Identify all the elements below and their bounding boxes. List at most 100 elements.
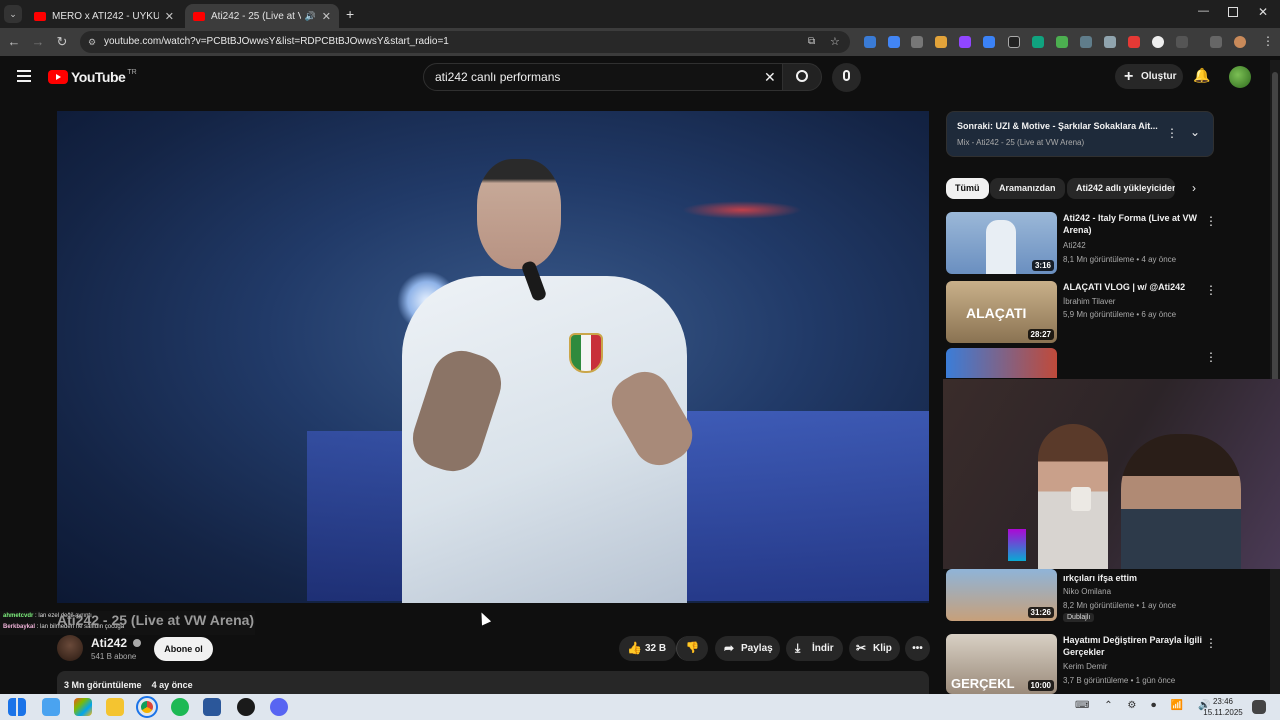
recommendation-item-partial[interactable]: ⋮: [946, 348, 1216, 378]
search-button[interactable]: [782, 63, 822, 91]
like-button[interactable]: 👍 32 B: [619, 636, 676, 661]
profile-avatar-icon[interactable]: [1234, 36, 1246, 48]
extension-grid-icon[interactable]: [1008, 36, 1020, 48]
close-tab-icon[interactable]: ✕: [165, 10, 174, 23]
bookmark-star-icon[interactable]: ☆: [830, 31, 840, 53]
video-thumbnail[interactable]: 31:26: [946, 569, 1057, 621]
restore-window-icon[interactable]: [1228, 7, 1238, 17]
voice-search-button[interactable]: [832, 63, 861, 92]
more-options-icon[interactable]: ⋮: [1205, 636, 1216, 650]
recommendation-item[interactable]: GERÇEKL 10:00 Hayatımı Değiştiren Parayl…: [946, 634, 1216, 694]
extension-translate-icon[interactable]: [1056, 36, 1068, 48]
channel-name[interactable]: Ati242: [91, 636, 127, 650]
cast-icon[interactable]: ⧉: [808, 31, 815, 53]
channel-name[interactable]: Ati242: [1063, 241, 1086, 250]
more-actions-button[interactable]: •••: [905, 636, 930, 661]
close-window-icon[interactable]: ✕: [1258, 5, 1268, 19]
adblock-icon[interactable]: [1128, 36, 1140, 48]
chip-from-uploader[interactable]: Ati242 adlı yükleyiciden: [1067, 178, 1175, 199]
video-thumbnail[interactable]: GERÇEKL 10:00: [946, 634, 1057, 694]
subscribe-button[interactable]: Abone ol: [154, 637, 213, 661]
address-bar[interactable]: ⚙ youtube.com/watch?v=PCBtBJOwwsY&list=R…: [80, 31, 850, 53]
browser-tab-1[interactable]: MERO x ATI242 - UYKUSUZ GE ✕: [26, 4, 182, 28]
clear-search-icon[interactable]: ✕: [764, 64, 776, 90]
create-button[interactable]: + Oluştur: [1115, 64, 1183, 89]
extensions-menu-icon[interactable]: [1176, 36, 1188, 48]
description-box[interactable]: 3 Mn görüntüleme 4 ay önce: [57, 671, 929, 694]
tab-search-button[interactable]: ⌄: [4, 5, 22, 23]
guide-menu-icon[interactable]: [17, 70, 31, 82]
dislike-button[interactable]: 👎: [676, 636, 708, 661]
youtube-logo[interactable]: YouTube TR: [48, 69, 137, 85]
file-explorer-icon[interactable]: [106, 698, 124, 716]
recommendation-item[interactable]: ALAÇATI 28:27 ALAÇATI VLOG | w/ @Ati242 …: [946, 281, 1217, 343]
extension-bus-icon[interactable]: [1104, 36, 1116, 48]
close-tab-icon[interactable]: ✕: [322, 10, 331, 23]
extension-twitch-icon[interactable]: [959, 36, 971, 48]
playlist-panel[interactable]: Sonraki: UZI & Motive - Şarkılar Sokakla…: [946, 111, 1214, 157]
notifications-bell-icon[interactable]: 🔔: [1193, 67, 1210, 84]
video-thumbnail[interactable]: ALAÇATI 28:27: [946, 281, 1057, 343]
chip-from-search[interactable]: Aramanızdan: [990, 178, 1065, 199]
channel-name[interactable]: Niko Omilana: [1063, 587, 1111, 596]
recommendation-item[interactable]: 3:16 Ati242 - Italy Forma (Live at VW Ar…: [946, 212, 1217, 276]
video-player[interactable]: [57, 111, 929, 603]
channel-name[interactable]: İbrahim Tilaver: [1063, 297, 1115, 306]
tab-title: Ati242 - 25 (Live at VW Are: [211, 10, 301, 22]
audio-playing-icon[interactable]: 🔊: [305, 11, 316, 22]
extension-bag-icon[interactable]: [911, 36, 923, 48]
forward-icon[interactable]: →: [30, 34, 46, 50]
download-button[interactable]: ⤓ İndir: [786, 636, 843, 661]
new-tab-button[interactable]: +: [346, 6, 354, 22]
spotify-icon[interactable]: [171, 698, 189, 716]
chrome-icon[interactable]: [136, 696, 158, 718]
extension-shield-icon[interactable]: [864, 36, 876, 48]
share-button[interactable]: ➦ Paylaş: [715, 636, 780, 661]
page-scrollbar[interactable]: [1270, 60, 1280, 694]
more-options-icon[interactable]: ⋮: [1205, 283, 1217, 297]
playlist-collapse-icon[interactable]: ⌄: [1190, 125, 1200, 139]
extension-pen-icon[interactable]: [888, 36, 900, 48]
browser-menu-icon[interactable]: ⋮: [1262, 34, 1274, 48]
reading-list-icon[interactable]: [1210, 36, 1222, 48]
video-thumbnail[interactable]: 3:16: [946, 212, 1057, 274]
more-horizontal-icon: •••: [912, 643, 923, 654]
windows-start-icon[interactable]: [8, 698, 26, 716]
chips-next-icon[interactable]: ›: [1192, 181, 1196, 195]
more-options-icon[interactable]: ⋮: [1205, 350, 1216, 364]
channel-avatar[interactable]: [57, 635, 83, 661]
search-input[interactable]: ati242 canlı performans ✕: [423, 63, 786, 91]
taskbar-app-icon[interactable]: [74, 698, 92, 716]
browser-tab-2-active[interactable]: Ati242 - 25 (Live at VW Are 🔊 ✕: [185, 4, 339, 28]
site-info-icon[interactable]: ⚙: [88, 31, 96, 53]
chip-all[interactable]: Tümü: [946, 178, 989, 199]
taskbar-app-icon[interactable]: [237, 698, 255, 716]
taskbar-app-icon[interactable]: [203, 698, 221, 716]
back-icon[interactable]: ←: [6, 34, 22, 50]
playlist-menu-icon[interactable]: ⋮: [1166, 126, 1178, 140]
extension-car-icon[interactable]: [1080, 36, 1092, 48]
taskbar-clock[interactable]: 23:46 15.11.2025: [1200, 696, 1246, 718]
system-tray-icons[interactable]: ⌨ ⌃ ⚙ ⏺ 📶 🔊: [1075, 700, 1217, 711]
channel-name-row[interactable]: Ati242: [91, 636, 142, 650]
extension-puzzle-icon[interactable]: [935, 36, 947, 48]
account-avatar[interactable]: [1229, 66, 1251, 88]
more-options-icon[interactable]: ⋮: [1205, 214, 1217, 228]
taskbar-app-icon[interactable]: [42, 698, 60, 716]
video-title[interactable]: ALAÇATI VLOG | w/ @Ati242: [1063, 281, 1203, 293]
video-title[interactable]: ırkçıları ifşa ettim: [1063, 572, 1203, 584]
extension-wave-icon[interactable]: [983, 36, 995, 48]
discord-icon[interactable]: [270, 698, 288, 716]
video-title[interactable]: Ati242 - Italy Forma (Live at VW Arena): [1063, 212, 1203, 236]
clip-button[interactable]: ✂ Klip: [849, 636, 900, 661]
minimize-window-icon[interactable]: —: [1198, 5, 1209, 17]
channel-name[interactable]: Kerim Demir: [1063, 662, 1107, 671]
reload-icon[interactable]: ↻: [54, 34, 70, 50]
notification-center-icon[interactable]: [1252, 700, 1266, 714]
recommendation-item[interactable]: 31:26 ırkçıları ifşa ettim Niko Omilana …: [946, 569, 1216, 629]
extension-circle-icon[interactable]: [1152, 36, 1164, 48]
video-duration: 28:27: [1027, 329, 1054, 340]
video-thumbnail[interactable]: [946, 348, 1057, 378]
extension-globe-icon[interactable]: [1032, 36, 1044, 48]
video-title[interactable]: Hayatımı Değiştiren Parayla İlgili Gerçe…: [1063, 634, 1203, 658]
